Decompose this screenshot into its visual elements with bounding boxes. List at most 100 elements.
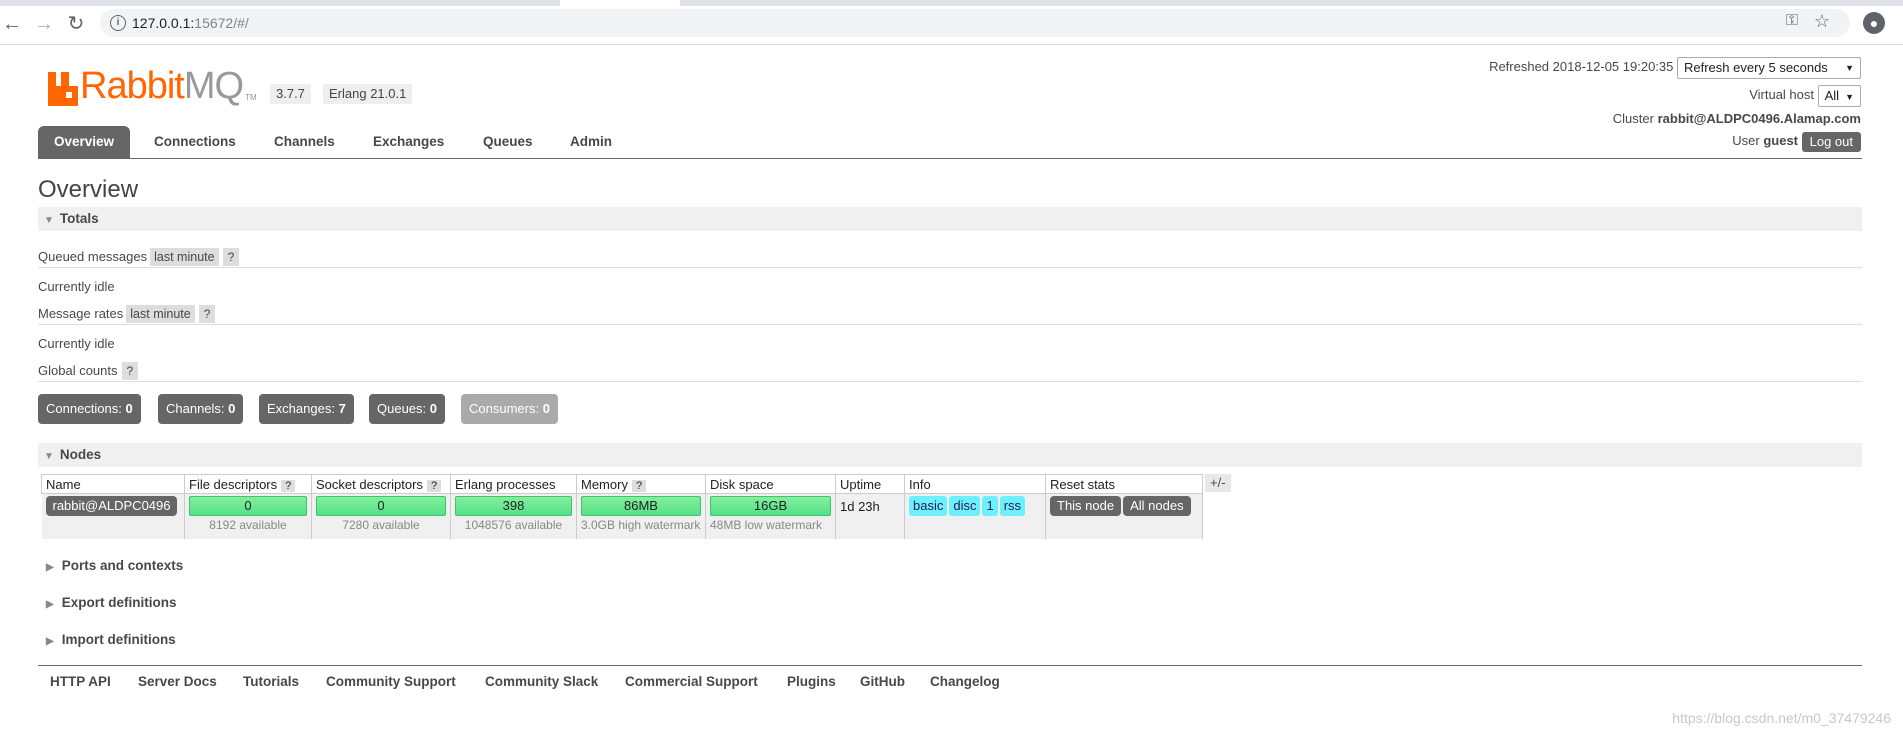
import-definitions-section[interactable]: ▶ Import definitions [46, 630, 176, 650]
vhost-label: Virtual host [1749, 87, 1814, 102]
column-header-uptime: Uptime [835, 474, 905, 494]
logo-trademark: TM [245, 93, 257, 102]
cell-erlang-processes: 398 1048576 available [450, 493, 577, 539]
triangle-down-icon: ▼ [44, 451, 54, 462]
table-row: rabbit@ALDPC0496 0 8192 available 0 7280 a… [41, 493, 1203, 539]
rabbitmq-logo-mark [48, 72, 78, 106]
column-header-name: Name [41, 474, 185, 494]
reset-this-node-button[interactable]: This node [1050, 496, 1122, 516]
footer-link-server-docs[interactable]: Server Docs [138, 674, 217, 689]
cell-memory: 86MB 3.0GB high watermark [576, 493, 706, 539]
nodes-title: Nodes [59, 447, 102, 462]
queued-help-button[interactable]: ? [222, 248, 240, 266]
socket-descriptors-help-button[interactable]: ? [426, 479, 442, 492]
cell-node-name: rabbit@ALDPC0496 [41, 493, 185, 539]
footer-link-commercial-support[interactable]: Commercial Support [625, 674, 758, 689]
file-descriptors-available: 8192 available [209, 518, 287, 532]
forward-arrow-icon[interactable]: → [32, 12, 56, 36]
tab-channels[interactable]: Channels [274, 126, 335, 158]
memory-help-button[interactable]: ? [631, 479, 647, 492]
chevron-down-icon: ▼ [1845, 62, 1854, 73]
column-header-memory: Memory? [576, 474, 706, 494]
footer-link-changelog[interactable]: Changelog [930, 674, 1000, 689]
tab-strip [0, 0, 1903, 6]
version-badge: 3.7.7 [270, 84, 311, 104]
address-bar[interactable]: i 127.0.0.1:15672/#/ ⚿ ☆ [100, 9, 1850, 37]
rates-status: Currently idle [38, 336, 115, 351]
cell-reset-stats: This node All nodes [1045, 493, 1203, 539]
global-counts-help-button[interactable]: ? [121, 362, 139, 380]
consumers-count-button[interactable]: Consumers: 0 [461, 394, 558, 424]
queued-period-selector[interactable]: last minute [150, 248, 219, 266]
url-text[interactable]: 127.0.0.1:15672/#/ [132, 15, 249, 31]
divider [38, 381, 1862, 382]
vhost-select[interactable]: All ▼ [1817, 84, 1861, 107]
refresh-interval-select[interactable]: Refresh every 5 seconds ▼ [1677, 56, 1861, 79]
column-header-file-descriptors: File descriptors? [184, 474, 312, 494]
footer: HTTP API Server Docs Tutorials Community… [38, 665, 1862, 696]
disk-watermark: 48MB low watermark [710, 518, 823, 532]
back-arrow-icon[interactable]: ← [0, 12, 24, 36]
profile-icon[interactable]: ● [1863, 12, 1885, 34]
queues-count-button[interactable]: Queues: 0 [369, 394, 446, 424]
watermark: https://blog.csdn.net/m0_37479246 [1672, 710, 1891, 726]
info-tag-count: 1 [982, 496, 998, 516]
footer-link-tutorials[interactable]: Tutorials [243, 674, 299, 689]
rabbitmq-logo: Rabbit MQ TM [48, 62, 257, 106]
channels-count-button[interactable]: Channels: 0 [158, 394, 244, 424]
refreshed-timestamp: Refreshed 2018-12-05 19:20:35 [1489, 59, 1674, 74]
ports-and-contexts-section[interactable]: ▶ Ports and contexts [46, 556, 183, 576]
tab-connections[interactable]: Connections [154, 126, 236, 158]
file-descriptors-help-button[interactable]: ? [281, 479, 296, 492]
page-title: Overview [38, 176, 139, 203]
column-header-socket-descriptors: Socket descriptors? [311, 474, 451, 494]
footer-link-plugins[interactable]: Plugins [787, 674, 836, 689]
tab-overview[interactable]: Overview [38, 126, 131, 158]
divider [38, 324, 1862, 325]
tab-admin[interactable]: Admin [570, 126, 612, 158]
chevron-down-icon: ▼ [1845, 91, 1854, 102]
footer-link-github[interactable]: GitHub [860, 674, 905, 689]
cell-disk-space: 16GB 48MB low watermark [705, 493, 836, 539]
tab-queues[interactable]: Queues [483, 126, 533, 158]
active-browser-tab[interactable] [560, 0, 680, 6]
export-definitions-section[interactable]: ▶ Export definitions [46, 593, 176, 613]
reload-icon[interactable]: ↻ [64, 12, 88, 36]
footer-link-community-slack[interactable]: Community Slack [485, 674, 598, 689]
info-tag-rss: rss [999, 496, 1026, 516]
rates-help-button[interactable]: ? [198, 305, 216, 323]
reset-all-nodes-button[interactable]: All nodes [1123, 496, 1191, 516]
cell-info: basic disc 1 rss [904, 493, 1046, 539]
message-rates-label: Message rates [38, 306, 124, 321]
disk-space-bar: 16GB [710, 496, 831, 516]
nodes-table: Name File descriptors? Socket descriptor… [41, 474, 1203, 539]
connections-count-button[interactable]: Connections: 0 [38, 394, 141, 424]
logo-text-mq: MQ [183, 65, 244, 107]
cluster-name: rabbit@ALDPC0496.Alamap.com [1657, 111, 1861, 126]
column-header-disk-space: Disk space [705, 474, 836, 494]
site-info-icon[interactable]: i [110, 15, 126, 31]
divider [38, 267, 1862, 268]
totals-title: Totals [59, 211, 99, 226]
erlang-version-badge: Erlang 21.0.1 [323, 84, 413, 104]
tab-exchanges[interactable]: Exchanges [373, 126, 444, 158]
nodes-section-header[interactable]: ▼ Nodes [38, 443, 1862, 467]
info-tag-disc: disc [949, 496, 981, 516]
browser-toolbar: ← → ↻ i 127.0.0.1:15672/#/ ⚿ ☆ ● [0, 0, 1903, 45]
queued-status: Currently idle [38, 279, 115, 294]
columns-toggle-button[interactable]: +/- [1205, 474, 1231, 492]
node-name-link[interactable]: rabbit@ALDPC0496 [45, 496, 178, 516]
triangle-right-icon: ▶ [46, 562, 54, 573]
erlang-processes-bar: 398 [455, 496, 572, 516]
key-icon[interactable]: ⚿ [1786, 12, 1798, 30]
footer-link-http-api[interactable]: HTTP API [50, 674, 111, 689]
info-tag-basic: basic [909, 496, 948, 516]
footer-link-community-support[interactable]: Community Support [326, 674, 456, 689]
queued-messages-label: Queued messages [38, 249, 148, 264]
rates-period-selector[interactable]: last minute [126, 305, 195, 323]
socket-descriptors-available: 7280 available [342, 518, 420, 532]
totals-section-header[interactable]: ▼ Totals [38, 207, 1862, 231]
bookmark-star-icon[interactable]: ☆ [1814, 11, 1830, 32]
cell-socket-descriptors: 0 7280 available [311, 493, 451, 539]
exchanges-count-button[interactable]: Exchanges: 7 [259, 394, 354, 424]
